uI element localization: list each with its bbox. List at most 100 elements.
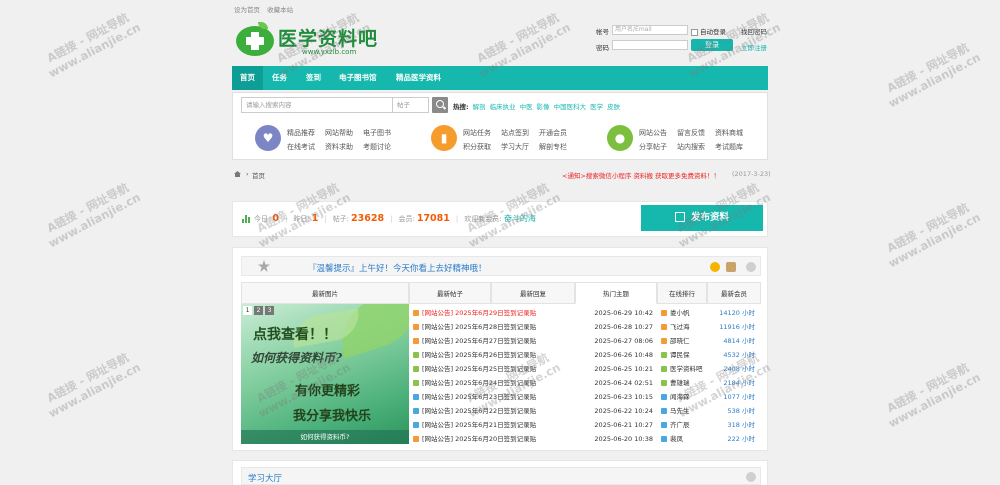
- quick-link[interactable]: 分享帖子: [639, 140, 677, 154]
- member-name[interactable]: 曹雄瑞: [670, 376, 690, 390]
- quick-link[interactable]: 站点签到: [501, 126, 539, 140]
- nav-tasks[interactable]: 任务: [272, 66, 287, 90]
- post-row[interactable]: [网站公告] 2025年6月26日签到记录贴 2025-06-26 10:48: [413, 348, 653, 362]
- quick-link[interactable]: 站内搜索: [677, 140, 715, 154]
- member-row[interactable]: 邵晓仁 4814 小时: [657, 334, 761, 348]
- member-row[interactable]: 裴凤 222 小时: [657, 432, 761, 446]
- member-name[interactable]: 娄小帆: [670, 306, 690, 320]
- member-name[interactable]: 飞过海: [670, 320, 690, 334]
- member-row[interactable]: 齐广辰 318 小时: [657, 418, 761, 432]
- quick-link[interactable]: 电子图书: [363, 126, 401, 140]
- slider-page-button[interactable]: 3: [265, 306, 274, 315]
- search-type-select[interactable]: 帖子: [393, 97, 429, 113]
- quick-link[interactable]: 资料商城: [715, 126, 753, 140]
- post-title[interactable]: [网站公告] 2025年6月24日签到记录贴: [422, 376, 536, 390]
- post-title[interactable]: [网站公告] 2025年6月29日签到记录贴: [422, 306, 536, 320]
- hot-keyword[interactable]: 医学: [590, 103, 603, 111]
- account-input[interactable]: 用户名/Email: [612, 25, 688, 35]
- post-material-button[interactable]: 发布资料: [641, 205, 763, 231]
- hot-keyword[interactable]: 皮肤: [607, 103, 620, 111]
- site-notice[interactable]: <通知>搜索微信小程序 资料搬 获取更多免费资料！！: [562, 170, 720, 180]
- hot-keyword[interactable]: 影像: [537, 103, 550, 111]
- quick-link[interactable]: 资料求助: [325, 140, 363, 154]
- quick-link[interactable]: 开通会员: [539, 126, 577, 140]
- bookmark-site-link[interactable]: 收藏本站: [267, 6, 293, 14]
- collapse-icon[interactable]: [746, 472, 756, 482]
- nav-home[interactable]: 首页: [232, 66, 263, 90]
- post-title[interactable]: [网站公告] 2025年6月28日签到记录贴: [422, 320, 536, 334]
- search-input[interactable]: 请输入搜索内容: [241, 97, 393, 113]
- breadcrumb-home[interactable]: 首页: [252, 170, 265, 180]
- study-hall-title[interactable]: 学习大厅: [248, 472, 282, 484]
- nav-checkin[interactable]: 签到: [306, 66, 321, 90]
- nav-ebook-library[interactable]: 电子图书馆: [339, 66, 377, 90]
- post-row[interactable]: [网站公告] 2025年6月25日签到记录贴 2025-06-25 10:21: [413, 362, 653, 376]
- hot-keyword[interactable]: 中医: [520, 103, 533, 111]
- password-input[interactable]: [612, 40, 688, 50]
- post-row[interactable]: [网站公告] 2025年6月21日签到记录贴 2025-06-21 10:27: [413, 418, 653, 432]
- quick-link[interactable]: 留言反馈: [677, 126, 715, 140]
- home-icon[interactable]: [234, 171, 241, 177]
- site-logo[interactable]: 医学资料吧 www.yxzlb.com: [236, 22, 378, 58]
- tab-latest-posts[interactable]: 最新帖子: [409, 282, 491, 304]
- member-row[interactable]: 曹雄瑞 2184 小时: [657, 376, 761, 390]
- post-title[interactable]: [网站公告] 2025年6月25日签到记录贴: [422, 362, 536, 376]
- member-name[interactable]: 医学资料吧: [670, 362, 703, 376]
- tab-newest-members[interactable]: 最新会员: [707, 282, 761, 304]
- post-row[interactable]: [网站公告] 2025年6月24日签到记录贴 2025-06-24 02:51: [413, 376, 653, 390]
- search-button[interactable]: [432, 97, 448, 113]
- post-title[interactable]: [网站公告] 2025年6月22日签到记录贴: [422, 404, 536, 418]
- quick-link[interactable]: 考试题库: [715, 140, 753, 154]
- post-row[interactable]: [网站公告] 2025年6月27日签到记录贴 2025-06-27 08:06: [413, 334, 653, 348]
- post-row[interactable]: [网站公告] 2025年6月28日签到记录贴 2025-06-28 10:27: [413, 320, 653, 334]
- quick-link[interactable]: 积分获取: [463, 140, 501, 154]
- quick-link[interactable]: 精品推荐: [287, 126, 325, 140]
- login-button[interactable]: 登录: [691, 39, 733, 51]
- set-homepage-link[interactable]: 设为首页: [234, 6, 260, 14]
- image-slider[interactable]: 123 点我查看！！ 如何获得资料币? 有你更精彩 我分享我快乐 如何获得资料币…: [241, 304, 409, 444]
- hot-keyword[interactable]: 中国医科大: [554, 103, 587, 111]
- tab-latest-replies[interactable]: 最新回复: [491, 282, 575, 304]
- post-row[interactable]: [网站公告] 2025年6月23日签到记录贴 2025-06-23 10:15: [413, 390, 653, 404]
- quick-link[interactable]: 网站任务: [463, 126, 501, 140]
- member-row[interactable]: 医学资料吧 2408 小时: [657, 362, 761, 376]
- post-title[interactable]: [网站公告] 2025年6月20日签到记录贴: [422, 432, 536, 446]
- post-title[interactable]: [网站公告] 2025年6月26日签到记录贴: [422, 348, 536, 362]
- post-title[interactable]: [网站公告] 2025年6月23日签到记录贴: [422, 390, 536, 404]
- tab-latest-images[interactable]: 最新图片: [241, 282, 409, 304]
- post-row[interactable]: [网站公告] 2025年6月20日签到记录贴 2025-06-20 10:38: [413, 432, 653, 446]
- collapse-icon[interactable]: [746, 262, 756, 272]
- post-title[interactable]: [网站公告] 2025年6月21日签到记录贴: [422, 418, 536, 432]
- quick-link[interactable]: 网站帮助: [325, 126, 363, 140]
- slider-page-button[interactable]: 1: [243, 306, 252, 315]
- forgot-password-link[interactable]: 找回密码: [741, 26, 767, 36]
- member-name[interactable]: 闻海霖: [670, 390, 690, 404]
- post-row[interactable]: [网站公告] 2025年6月29日签到记录贴 2025-06-29 10:42: [413, 306, 653, 320]
- tab-hot-topics[interactable]: 热门主题: [575, 282, 657, 304]
- member-row[interactable]: 马先生 538 小时: [657, 404, 761, 418]
- post-row[interactable]: [网站公告] 2025年6月22日签到记录贴 2025-06-22 10:24: [413, 404, 653, 418]
- member-name[interactable]: 谭民保: [670, 348, 690, 362]
- post-title[interactable]: [网站公告] 2025年6月27日签到记录贴: [422, 334, 536, 348]
- member-name[interactable]: 邵晓仁: [670, 334, 690, 348]
- register-link[interactable]: 立即注册: [741, 42, 767, 52]
- quick-link[interactable]: 学习大厅: [501, 140, 539, 154]
- star-icon[interactable]: [710, 262, 720, 272]
- quick-link[interactable]: 在线考试: [287, 140, 325, 154]
- nav-premium-materials[interactable]: 精品医学资料: [396, 66, 441, 90]
- folder-icon[interactable]: [726, 262, 736, 272]
- member-name[interactable]: 马先生: [670, 404, 690, 418]
- slider-caption[interactable]: 如何获得资料币?: [241, 430, 409, 444]
- member-name[interactable]: 裴凤: [670, 432, 683, 446]
- quick-link[interactable]: 考题讨论: [363, 140, 401, 154]
- member-name[interactable]: 齐广辰: [670, 418, 690, 432]
- member-row[interactable]: 谭民保 4532 小时: [657, 348, 761, 362]
- quick-link[interactable]: 解剖专栏: [539, 140, 577, 154]
- member-row[interactable]: 娄小帆 14120 小时: [657, 306, 761, 320]
- newest-member-link[interactable]: 奋斗的海: [504, 214, 536, 223]
- slider-page-button[interactable]: 2: [254, 306, 263, 315]
- member-row[interactable]: 飞过海 11916 小时: [657, 320, 761, 334]
- quick-link[interactable]: 网站公告: [639, 126, 677, 140]
- hot-keyword[interactable]: 解剖: [473, 103, 486, 111]
- tab-online-ranking[interactable]: 在线排行: [657, 282, 707, 304]
